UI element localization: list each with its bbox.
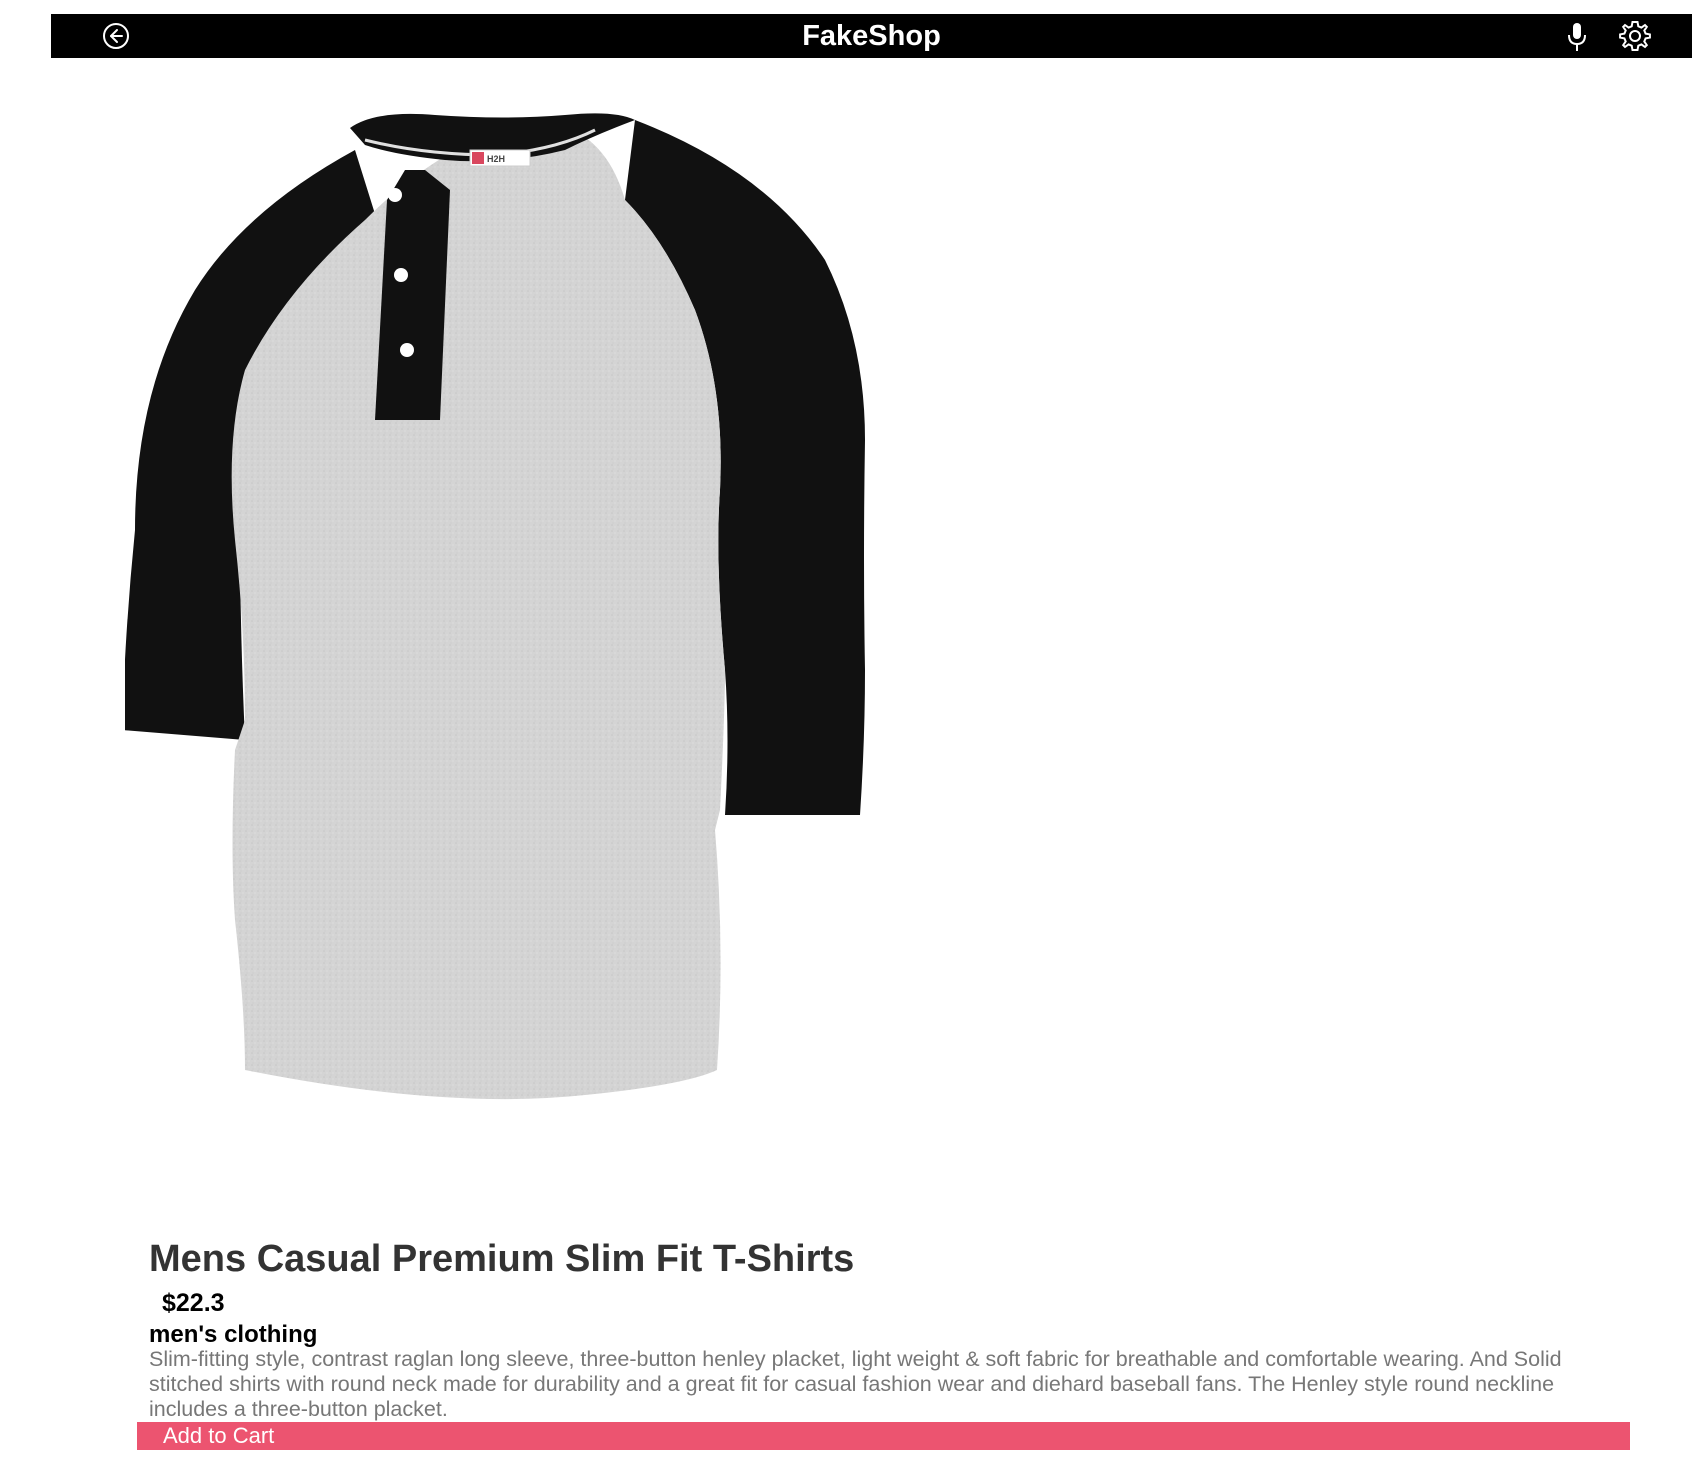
settings-button[interactable] — [1618, 19, 1652, 53]
add-to-cart-button[interactable]: Add to Cart — [137, 1422, 1630, 1450]
voice-search-button[interactable] — [1562, 21, 1592, 53]
product-price: $22.3 — [162, 1289, 225, 1317]
garment-label-text: H2H — [487, 154, 505, 164]
app-title: FakeShop — [802, 20, 941, 52]
microphone-icon — [1568, 23, 1586, 51]
product-image: H2H — [122, 110, 935, 1190]
product-category: men's clothing — [149, 1321, 318, 1348]
product-title: Mens Casual Premium Slim Fit T-Shirts — [149, 1238, 855, 1280]
top-app-bar: FakeShop — [51, 14, 1692, 58]
gear-icon — [1619, 21, 1651, 51]
product-description: Slim-fitting style, contrast raglan long… — [149, 1347, 1562, 1421]
